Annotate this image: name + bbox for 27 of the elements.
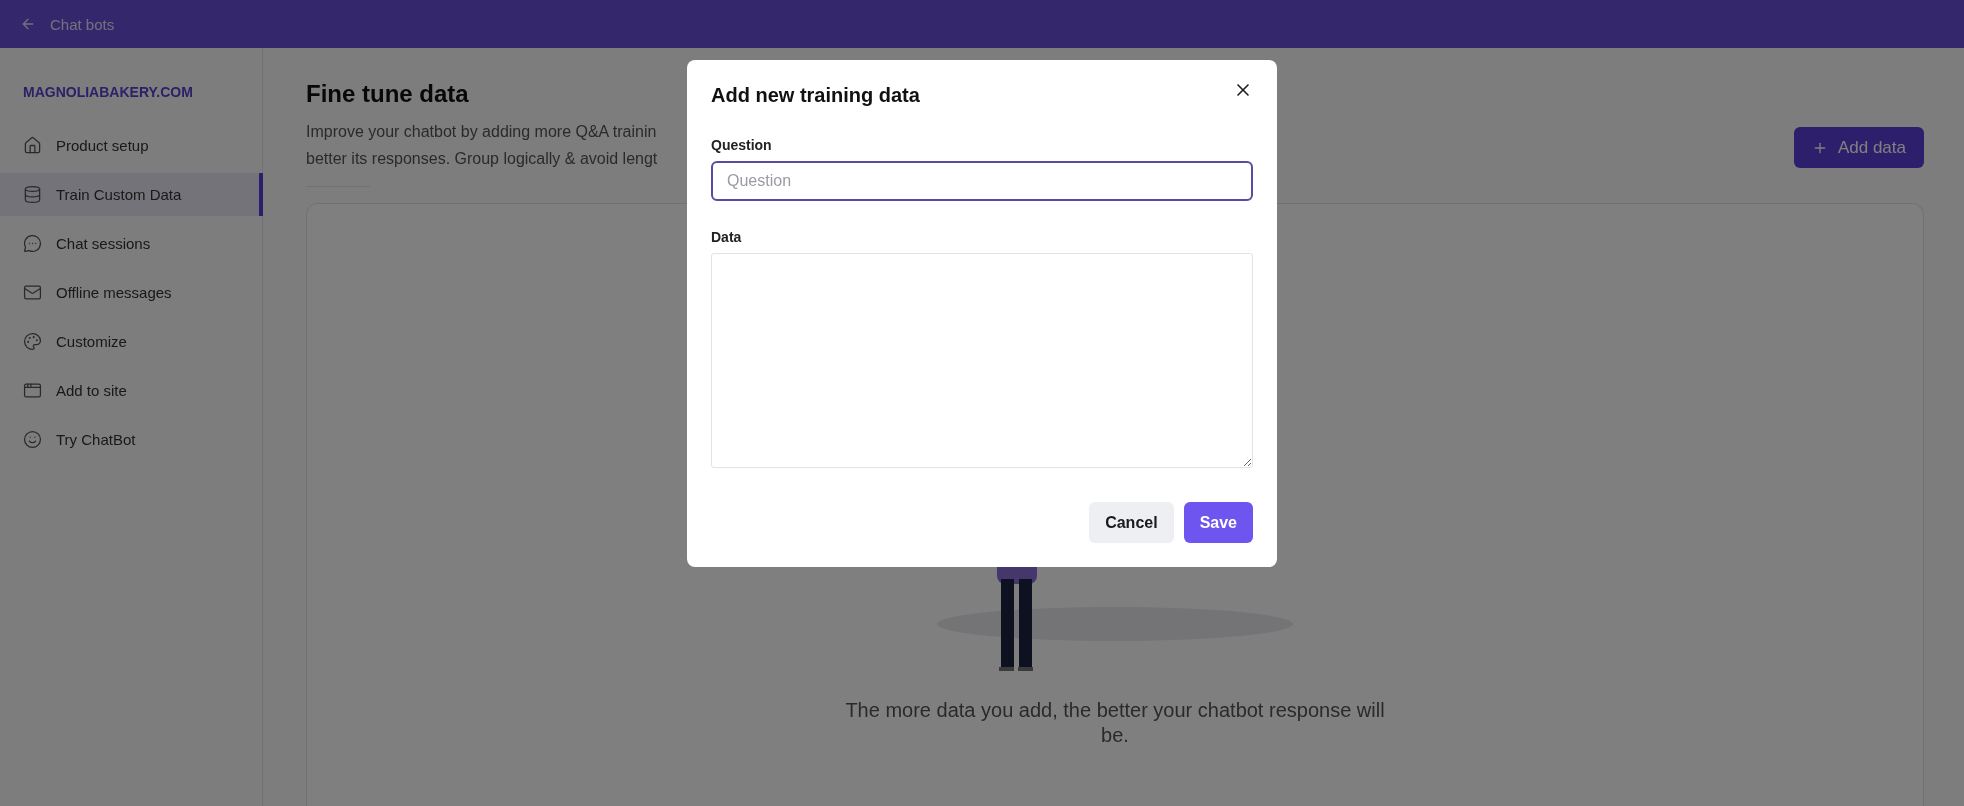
sidebar-item[interactable]: Train Custom Data bbox=[0, 173, 263, 216]
cancel-button[interactable]: Cancel bbox=[1089, 502, 1174, 543]
sidebar-item[interactable]: Chat sessions bbox=[0, 222, 263, 265]
sidebar-item[interactable]: Offline messages bbox=[0, 271, 263, 314]
palette-icon bbox=[23, 332, 42, 351]
mail-icon bbox=[23, 283, 42, 302]
back-link[interactable]: Chat bots bbox=[50, 15, 115, 33]
field-label: Question bbox=[711, 137, 773, 153]
browser-window-icon bbox=[23, 381, 42, 400]
sidebar-item[interactable]: Try ChatBot bbox=[0, 418, 263, 461]
empty-state-message: The more data you add, the better your chatbot response will be. bbox=[845, 698, 1385, 748]
database-icon bbox=[23, 185, 42, 204]
page-description: better its responses. Group logically & avoid lengt bbox=[306, 149, 658, 169]
question-input-field[interactable]: Question bbox=[711, 161, 1253, 201]
field-label: Data bbox=[711, 229, 743, 245]
site-name: MAGNOLIABAKERY.COM bbox=[22, 84, 194, 102]
sidebar-item[interactable]: Add to site bbox=[0, 369, 263, 412]
page-title: Fine tune data bbox=[306, 80, 470, 108]
modal-title: Add new training data bbox=[711, 84, 920, 107]
house-icon bbox=[23, 136, 42, 155]
smile-icon bbox=[23, 430, 42, 449]
page-description: Improve your chatbot by adding more Q&A trainin bbox=[306, 122, 658, 142]
sidebar-item[interactable]: Customize bbox=[0, 320, 263, 363]
add-data-button[interactable]: Add data bbox=[1793, 127, 1924, 168]
sidebar-item[interactable]: Product setup bbox=[0, 124, 263, 167]
chat-bubble-icon bbox=[23, 234, 42, 253]
save-button[interactable]: Save bbox=[1183, 502, 1253, 543]
